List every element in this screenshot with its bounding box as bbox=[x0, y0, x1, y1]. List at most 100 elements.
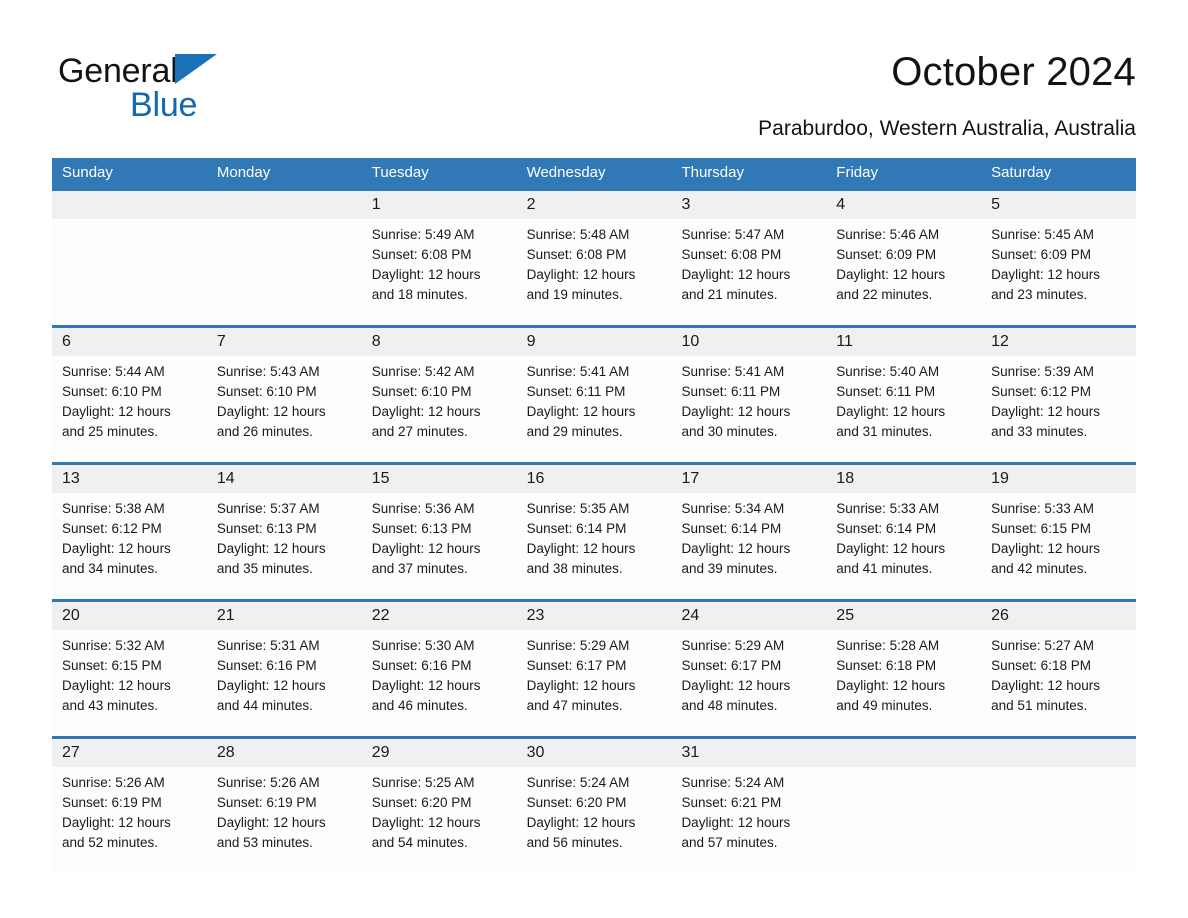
day-cell[interactable]: Sunrise: 5:29 AM Sunset: 6:17 PM Dayligh… bbox=[671, 630, 826, 736]
week-body-row: Sunrise: 5:49 AM Sunset: 6:08 PM Dayligh… bbox=[52, 219, 1136, 325]
weekday-friday: Friday bbox=[836, 164, 878, 181]
day-cell[interactable]: Sunrise: 5:37 AM Sunset: 6:13 PM Dayligh… bbox=[207, 493, 362, 599]
day-number[interactable]: 8 bbox=[362, 328, 517, 356]
sunset-line: Sunset: 6:20 PM bbox=[526, 795, 627, 810]
day-cell[interactable]: Sunrise: 5:33 AM Sunset: 6:15 PM Dayligh… bbox=[981, 493, 1136, 599]
day-cell[interactable]: Sunrise: 5:49 AM Sunset: 6:08 PM Dayligh… bbox=[362, 219, 517, 325]
day-number[interactable]: 14 bbox=[207, 465, 362, 493]
general-blue-logo[interactable]: General Blue bbox=[58, 52, 318, 124]
day-cell[interactable] bbox=[52, 219, 207, 325]
day-number[interactable] bbox=[826, 739, 981, 767]
daylight-line-1: Daylight: 12 hours bbox=[526, 541, 636, 556]
day-cell[interactable]: Sunrise: 5:27 AM Sunset: 6:18 PM Dayligh… bbox=[981, 630, 1136, 736]
day-cell[interactable]: Sunrise: 5:30 AM Sunset: 6:16 PM Dayligh… bbox=[362, 630, 517, 736]
day-cell[interactable]: Sunrise: 5:48 AM Sunset: 6:08 PM Dayligh… bbox=[517, 219, 672, 325]
sunrise-line: Sunrise: 5:33 AM bbox=[836, 501, 940, 516]
day-number[interactable]: 6 bbox=[52, 328, 207, 356]
day-cell[interactable] bbox=[207, 219, 362, 325]
day-cell[interactable]: Sunrise: 5:45 AM Sunset: 6:09 PM Dayligh… bbox=[981, 219, 1136, 325]
day-number[interactable] bbox=[981, 739, 1136, 767]
location-subtitle: Paraburdoo, Western Australia, Australia bbox=[758, 117, 1136, 140]
daylight-line-2: and 30 minutes. bbox=[681, 424, 778, 439]
day-cell[interactable] bbox=[981, 767, 1136, 873]
day-cell[interactable]: Sunrise: 5:46 AM Sunset: 6:09 PM Dayligh… bbox=[826, 219, 981, 325]
day-cell[interactable]: Sunrise: 5:41 AM Sunset: 6:11 PM Dayligh… bbox=[671, 356, 826, 462]
day-number[interactable]: 24 bbox=[671, 602, 826, 630]
day-number[interactable]: 20 bbox=[52, 602, 207, 630]
day-number[interactable]: 11 bbox=[826, 328, 981, 356]
day-number[interactable] bbox=[207, 191, 362, 219]
daylight-line-1: Daylight: 12 hours bbox=[836, 267, 946, 282]
day-cell[interactable]: Sunrise: 5:41 AM Sunset: 6:11 PM Dayligh… bbox=[517, 356, 672, 462]
sunrise-line: Sunrise: 5:26 AM bbox=[216, 775, 320, 790]
day-number[interactable]: 5 bbox=[981, 191, 1136, 219]
day-number[interactable]: 17 bbox=[671, 465, 826, 493]
day-cell[interactable]: Sunrise: 5:44 AM Sunset: 6:10 PM Dayligh… bbox=[52, 356, 207, 462]
week-row: 1 2 3 4 5 Sunrise: 5:49 AM Sunset: 6:08 … bbox=[52, 188, 1136, 325]
day-cell[interactable]: Sunrise: 5:39 AM Sunset: 6:12 PM Dayligh… bbox=[981, 356, 1136, 462]
day-number[interactable]: 3 bbox=[671, 191, 826, 219]
daylight-line-2: and 53 minutes. bbox=[216, 835, 313, 850]
day-number[interactable]: 31 bbox=[671, 739, 826, 767]
day-number[interactable]: 13 bbox=[52, 465, 207, 493]
day-number[interactable]: 23 bbox=[517, 602, 672, 630]
day-cell[interactable]: Sunrise: 5:35 AM Sunset: 6:14 PM Dayligh… bbox=[517, 493, 672, 599]
daylight-line-2: and 56 minutes. bbox=[526, 835, 623, 850]
week-date-band: 27 28 29 30 31 bbox=[52, 739, 1136, 767]
day-number[interactable] bbox=[52, 191, 207, 219]
day-number[interactable]: 30 bbox=[517, 739, 672, 767]
day-number[interactable]: 27 bbox=[52, 739, 207, 767]
day-cell[interactable]: Sunrise: 5:34 AM Sunset: 6:14 PM Dayligh… bbox=[671, 493, 826, 599]
day-cell[interactable]: Sunrise: 5:38 AM Sunset: 6:12 PM Dayligh… bbox=[52, 493, 207, 599]
day-number[interactable]: 21 bbox=[207, 602, 362, 630]
day-number[interactable]: 4 bbox=[826, 191, 981, 219]
day-cell[interactable]: Sunrise: 5:32 AM Sunset: 6:15 PM Dayligh… bbox=[52, 630, 207, 736]
day-cell[interactable]: Sunrise: 5:42 AM Sunset: 6:10 PM Dayligh… bbox=[362, 356, 517, 462]
day-number[interactable]: 9 bbox=[517, 328, 672, 356]
daylight-line-1: Daylight: 12 hours bbox=[62, 678, 171, 693]
day-cell[interactable]: Sunrise: 5:28 AM Sunset: 6:18 PM Dayligh… bbox=[826, 630, 981, 736]
logo-line-2: Blue bbox=[58, 86, 318, 124]
day-cell[interactable]: Sunrise: 5:26 AM Sunset: 6:19 PM Dayligh… bbox=[207, 767, 362, 873]
daylight-line-1: Daylight: 12 hours bbox=[526, 267, 636, 282]
day-number[interactable]: 25 bbox=[826, 602, 981, 630]
sunrise-line: Sunrise: 5:42 AM bbox=[371, 364, 475, 379]
day-cell[interactable] bbox=[826, 767, 981, 873]
daylight-line-2: and 34 minutes. bbox=[62, 561, 159, 576]
day-cell[interactable]: Sunrise: 5:47 AM Sunset: 6:08 PM Dayligh… bbox=[671, 219, 826, 325]
day-number[interactable]: 26 bbox=[981, 602, 1136, 630]
day-number[interactable]: 16 bbox=[517, 465, 672, 493]
daylight-line-2: and 41 minutes. bbox=[836, 561, 933, 576]
day-number[interactable]: 18 bbox=[826, 465, 981, 493]
day-cell[interactable]: Sunrise: 5:33 AM Sunset: 6:14 PM Dayligh… bbox=[826, 493, 981, 599]
daylight-line-1: Daylight: 12 hours bbox=[371, 815, 481, 830]
day-number[interactable]: 19 bbox=[981, 465, 1136, 493]
day-cell[interactable]: Sunrise: 5:24 AM Sunset: 6:20 PM Dayligh… bbox=[517, 767, 672, 873]
sunset-line: Sunset: 6:11 PM bbox=[681, 384, 781, 399]
day-number[interactable]: 15 bbox=[362, 465, 517, 493]
day-cell[interactable]: Sunrise: 5:29 AM Sunset: 6:17 PM Dayligh… bbox=[517, 630, 672, 736]
daylight-line-1: Daylight: 12 hours bbox=[991, 678, 1100, 693]
sunset-line: Sunset: 6:08 PM bbox=[681, 247, 782, 262]
day-cell[interactable]: Sunrise: 5:40 AM Sunset: 6:11 PM Dayligh… bbox=[826, 356, 981, 462]
day-cell[interactable]: Sunrise: 5:25 AM Sunset: 6:20 PM Dayligh… bbox=[362, 767, 517, 873]
day-number[interactable]: 29 bbox=[362, 739, 517, 767]
day-number[interactable]: 2 bbox=[517, 191, 672, 219]
sunset-line: Sunset: 6:13 PM bbox=[371, 521, 472, 536]
day-number[interactable]: 10 bbox=[671, 328, 826, 356]
day-cell[interactable]: Sunrise: 5:31 AM Sunset: 6:16 PM Dayligh… bbox=[207, 630, 362, 736]
day-cell[interactable]: Sunrise: 5:24 AM Sunset: 6:21 PM Dayligh… bbox=[671, 767, 826, 873]
daylight-line-1: Daylight: 12 hours bbox=[62, 541, 171, 556]
sunrise-line: Sunrise: 5:26 AM bbox=[62, 775, 165, 790]
day-number[interactable]: 28 bbox=[207, 739, 362, 767]
day-number[interactable]: 1 bbox=[362, 191, 517, 219]
day-number[interactable]: 22 bbox=[362, 602, 517, 630]
daylight-line-1: Daylight: 12 hours bbox=[991, 541, 1100, 556]
sunset-line: Sunset: 6:18 PM bbox=[836, 658, 937, 673]
day-cell[interactable]: Sunrise: 5:26 AM Sunset: 6:19 PM Dayligh… bbox=[52, 767, 207, 873]
day-cell[interactable]: Sunrise: 5:43 AM Sunset: 6:10 PM Dayligh… bbox=[207, 356, 362, 462]
day-number[interactable]: 12 bbox=[981, 328, 1136, 356]
weekday-monday: Monday bbox=[216, 164, 271, 181]
day-cell[interactable]: Sunrise: 5:36 AM Sunset: 6:13 PM Dayligh… bbox=[362, 493, 517, 599]
day-number[interactable]: 7 bbox=[207, 328, 362, 356]
